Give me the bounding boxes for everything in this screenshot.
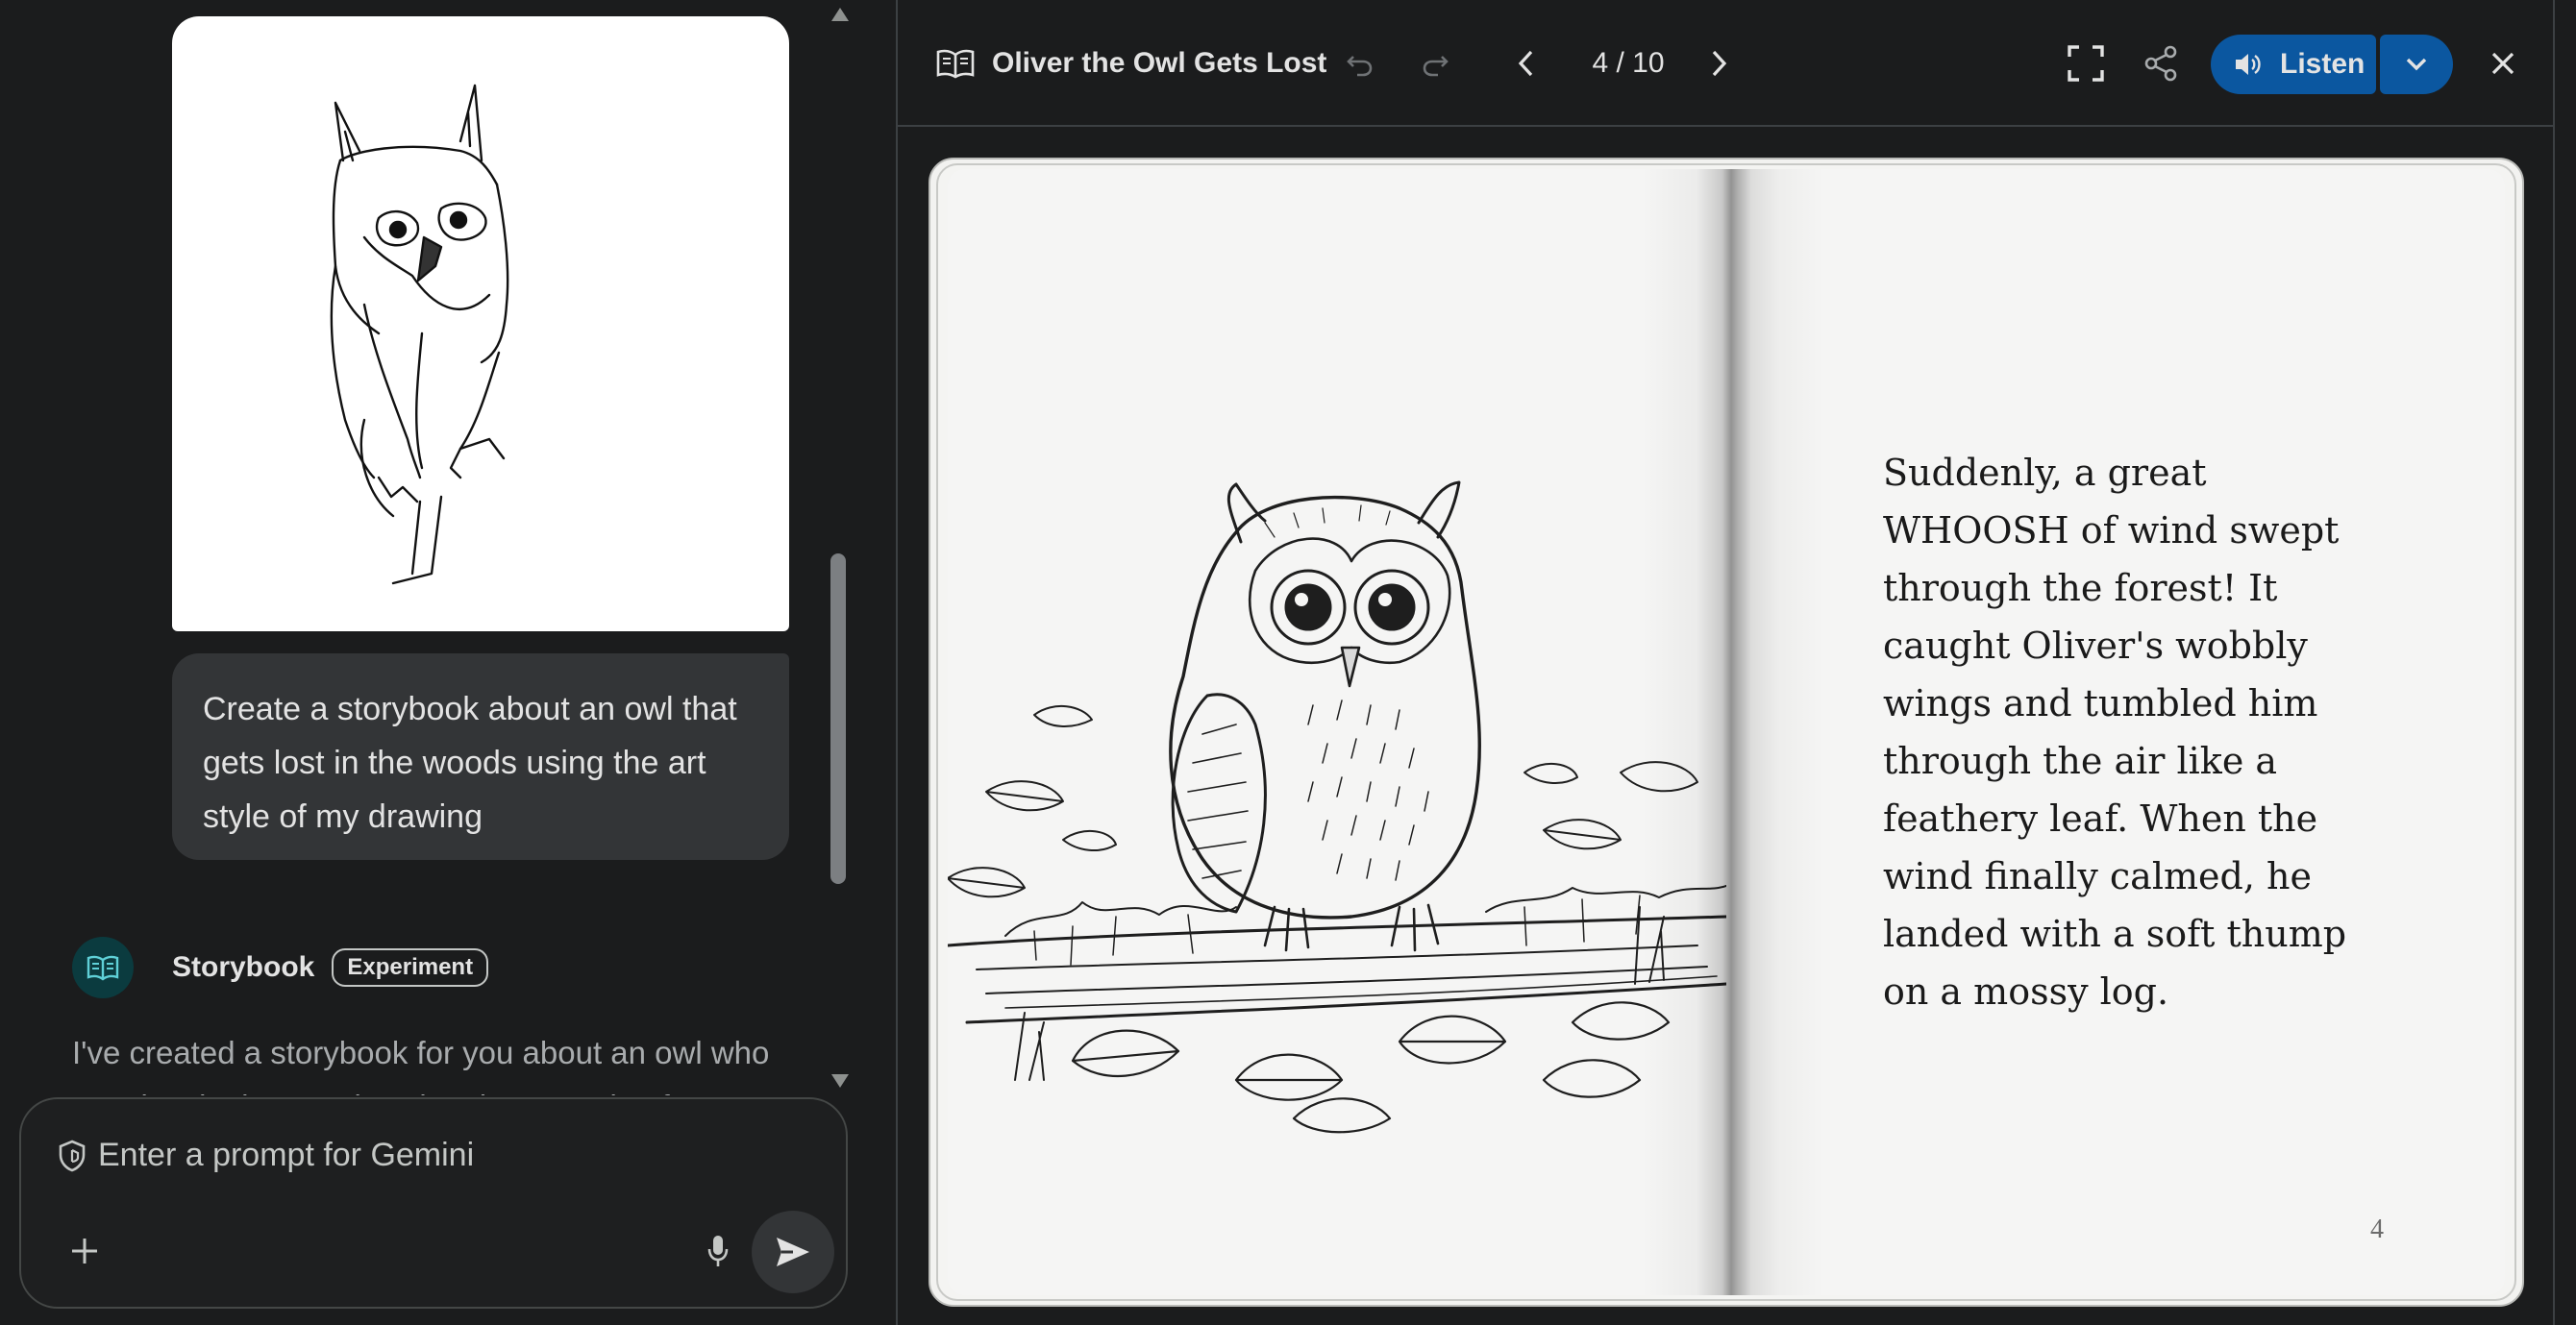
next-page-button[interactable] bbox=[1697, 42, 1740, 85]
send-icon bbox=[777, 1238, 809, 1266]
storybook-panel: Oliver the Owl Gets Lost 4 / 10 Listen S… bbox=[896, 0, 2555, 1325]
bot-header: Storybook Experiment bbox=[72, 937, 489, 998]
scroll-up-arrow-icon[interactable] bbox=[831, 8, 849, 21]
redo-button[interactable] bbox=[1414, 42, 1456, 85]
app-window: Create a storybook about an owl that get… bbox=[0, 0, 2576, 1325]
chevron-left-icon bbox=[1518, 50, 1533, 77]
owl-sketch-drawing bbox=[330, 84, 509, 585]
share-icon bbox=[2144, 45, 2177, 82]
experiment-badge: Experiment bbox=[332, 948, 489, 987]
close-button[interactable] bbox=[2482, 42, 2524, 85]
page-indicator: 4 / 10 bbox=[1592, 47, 1665, 79]
chat-scrollbar[interactable] bbox=[827, 0, 850, 1095]
fullscreen-button[interactable] bbox=[2063, 40, 2109, 86]
owl-illustration bbox=[948, 480, 1726, 1134]
book-open-icon bbox=[936, 44, 975, 83]
bot-response-text: I've created a storybook for you about a… bbox=[72, 1035, 770, 1095]
scroll-down-arrow-icon[interactable] bbox=[831, 1074, 849, 1088]
speaker-icon bbox=[2236, 54, 2261, 75]
user-message: Create a storybook about an owl that get… bbox=[172, 653, 789, 860]
storybook-toolbar: Oliver the Owl Gets Lost 4 / 10 Listen bbox=[898, 0, 2553, 127]
chat-history[interactable]: Create a storybook about an owl that get… bbox=[0, 0, 846, 1095]
chat-pane: Create a storybook about an owl that get… bbox=[0, 0, 865, 1325]
undo-icon bbox=[1347, 56, 1373, 77]
bot-name: Storybook bbox=[172, 951, 315, 983]
story-text: Suddenly, a great WHOOSH of wind swept t… bbox=[1883, 452, 2347, 1013]
plus-icon[interactable] bbox=[58, 1224, 111, 1278]
page-number: 4 bbox=[2370, 1215, 2384, 1244]
shield-icon bbox=[58, 1140, 87, 1177]
listen-options-button[interactable] bbox=[2380, 35, 2453, 94]
share-button[interactable] bbox=[2138, 40, 2184, 86]
book-title: Oliver the Owl Gets Lost bbox=[992, 47, 1327, 79]
listen-button[interactable]: Listen bbox=[2211, 35, 2376, 94]
undo-button[interactable] bbox=[1339, 42, 1381, 85]
prompt-box bbox=[19, 1097, 848, 1309]
send-button[interactable] bbox=[752, 1211, 834, 1293]
prompt-input[interactable] bbox=[98, 1128, 771, 1182]
uploaded-drawing-image[interactable] bbox=[172, 16, 789, 631]
listen-label: Listen bbox=[2280, 48, 2365, 80]
fullscreen-icon bbox=[2068, 45, 2104, 82]
close-icon bbox=[2491, 52, 2514, 75]
book-spine-shadow bbox=[1642, 169, 1824, 1295]
open-book: Suddenly, a great WHOOSH of wind swept t… bbox=[929, 158, 2524, 1307]
mic-icon[interactable] bbox=[694, 1224, 742, 1278]
scroll-thumb[interactable] bbox=[830, 553, 846, 884]
chevron-down-icon bbox=[2406, 58, 2427, 71]
redo-icon bbox=[1423, 56, 1449, 77]
chevron-right-icon bbox=[1712, 50, 1727, 77]
book-open-icon bbox=[72, 937, 134, 998]
previous-page-button[interactable] bbox=[1505, 42, 1548, 85]
